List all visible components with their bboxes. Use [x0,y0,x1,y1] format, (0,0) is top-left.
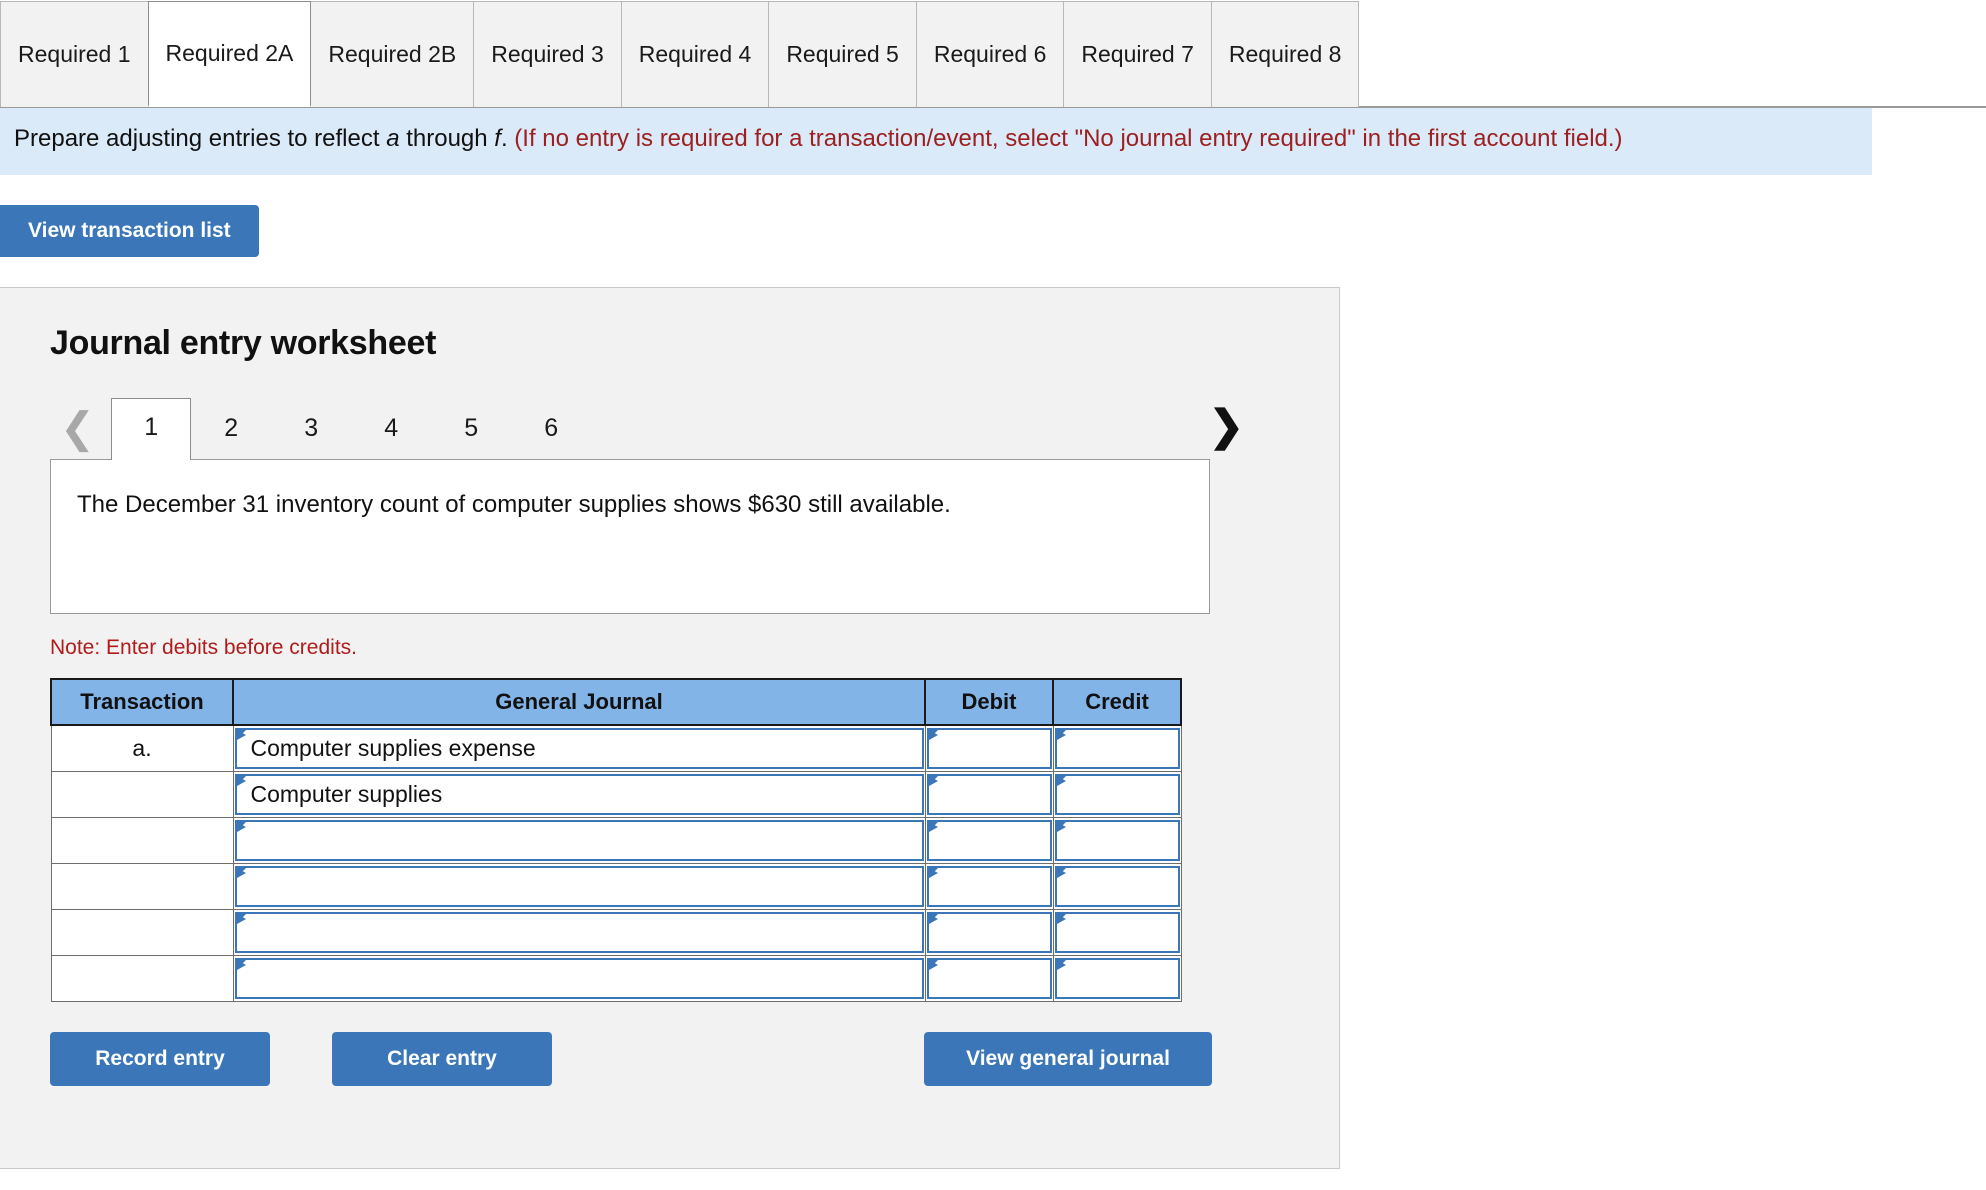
transaction-cell [50,954,234,1002]
instruction-lead-3: . [500,125,508,152]
credit-input-cell [1052,724,1182,772]
debit-input-cell [924,908,1054,956]
column-header-debit: Debit [924,677,1054,726]
transaction-cell: a. [50,724,234,772]
worksheet-action-bar: Record entry Clear entry View general jo… [50,1031,1260,1086]
worksheet-page-3[interactable]: 3 [271,414,351,459]
account-input[interactable] [234,819,924,861]
credit-input-cell [1052,908,1182,956]
debit-input-cell [924,862,1054,910]
worksheet-page-2[interactable]: 2 [191,414,271,459]
credit-input[interactable] [1054,911,1180,953]
requirement-tab-required-2b[interactable]: Required 2B [310,1,475,107]
debit-input-cell [924,816,1054,864]
debit-input[interactable] [926,865,1052,907]
transaction-description: The December 31 inventory count of compu… [50,458,1210,614]
transaction-cell [50,770,234,818]
column-header-general-journal: General Journal [232,677,926,726]
requirement-tab-required-2a[interactable]: Required 2A [147,1,312,107]
worksheet-pager: ❮ 123456 ❯ [50,397,1260,460]
table-row [50,908,1182,956]
worksheet-page-6[interactable]: 6 [511,414,591,459]
journal-entry-worksheet-panel: Journal entry worksheet ❮ 123456 ❯ The D… [0,286,1340,1169]
credit-input[interactable] [1054,865,1180,907]
debit-note: Note: Enter debits before credits. [50,635,357,659]
debit-input-cell [924,954,1054,1002]
table-header-row: Transaction General Journal Debit Credit [50,677,1182,726]
requirement-tab-required-4[interactable]: Required 4 [620,1,770,107]
credit-input-cell [1052,816,1182,864]
account-input-cell [232,862,926,910]
pager-page-list: 123456 [111,397,591,460]
requirement-tab-required-7[interactable]: Required 7 [1063,1,1212,107]
instruction-banner: Prepare adjusting entries to reflect a t… [0,108,1872,175]
column-header-transaction: Transaction [50,677,234,726]
account-input[interactable]: Computer supplies [234,773,924,815]
view-general-journal-button[interactable]: View general journal [924,1031,1212,1086]
credit-input[interactable] [1054,773,1180,815]
requirement-tab-required-6[interactable]: Required 6 [915,1,1065,107]
instruction-italic-a: a [386,125,400,152]
credit-input[interactable] [1054,957,1180,999]
transaction-cell [50,816,234,864]
requirement-tab-bar: Required 1 Required 2A Required 2B Required… [0,0,1986,108]
credit-input-cell [1052,862,1182,910]
instruction-lead-2: through [399,125,495,152]
account-input-cell: Computer supplies expense [232,724,926,772]
requirement-tab-required-3[interactable]: Required 3 [473,1,622,107]
transaction-cell [50,862,234,910]
table-row: a. Computer supplies expense [50,724,1182,772]
table-row [50,862,1182,910]
credit-input-cell [1052,954,1182,1002]
requirement-tab-required-1[interactable]: Required 1 [0,1,149,107]
transaction-cell [50,908,234,956]
debit-input[interactable] [926,773,1052,815]
worksheet-title: Journal entry worksheet [50,323,437,362]
credit-input[interactable] [1054,819,1180,861]
account-input-cell: Computer supplies [232,770,926,818]
debit-input[interactable] [926,727,1052,769]
record-entry-button[interactable]: Record entry [50,1031,270,1086]
journal-entry-table: Transaction General Journal Debit Credit… [50,677,1182,1002]
account-input-cell [232,908,926,956]
worksheet-page-5[interactable]: 5 [431,414,511,459]
account-input[interactable] [234,911,924,953]
account-input[interactable] [234,865,924,907]
worksheet-page-1[interactable]: 1 [111,397,192,460]
journal-table-body: a. Computer supplies expense Computer supp… [50,724,1182,1002]
table-row [50,954,1182,1002]
debit-input[interactable] [926,911,1052,953]
instruction-red-note: (If no entry is required for a transacti… [507,125,1623,152]
credit-input[interactable] [1054,727,1180,769]
debit-input-cell [924,770,1054,818]
debit-input[interactable] [926,819,1052,861]
worksheet-page-4[interactable]: 4 [351,414,431,459]
account-input[interactable]: Computer supplies expense [234,727,924,769]
chevron-left-icon[interactable]: ❮ [50,406,111,459]
requirement-tab-required-8[interactable]: Required 8 [1210,1,1360,107]
debit-input-cell [924,724,1054,772]
toolbar: View transaction list [0,175,1986,257]
requirement-tab-required-5[interactable]: Required 5 [768,1,917,107]
account-input-cell [232,954,926,1002]
account-input-cell [232,816,926,864]
account-input[interactable] [234,957,924,999]
clear-entry-button[interactable]: Clear entry [332,1031,552,1086]
table-row [50,816,1182,864]
view-transaction-list-button[interactable]: View transaction list [0,204,259,257]
column-header-credit: Credit [1052,677,1182,726]
debit-input[interactable] [926,957,1052,999]
instruction-lead-1: Prepare adjusting entries to reflect [14,125,387,152]
instruction-italic-f: f [494,125,501,152]
chevron-right-icon[interactable]: ❯ [1199,404,1260,459]
table-row: Computer supplies [50,770,1182,818]
credit-input-cell [1052,770,1182,818]
